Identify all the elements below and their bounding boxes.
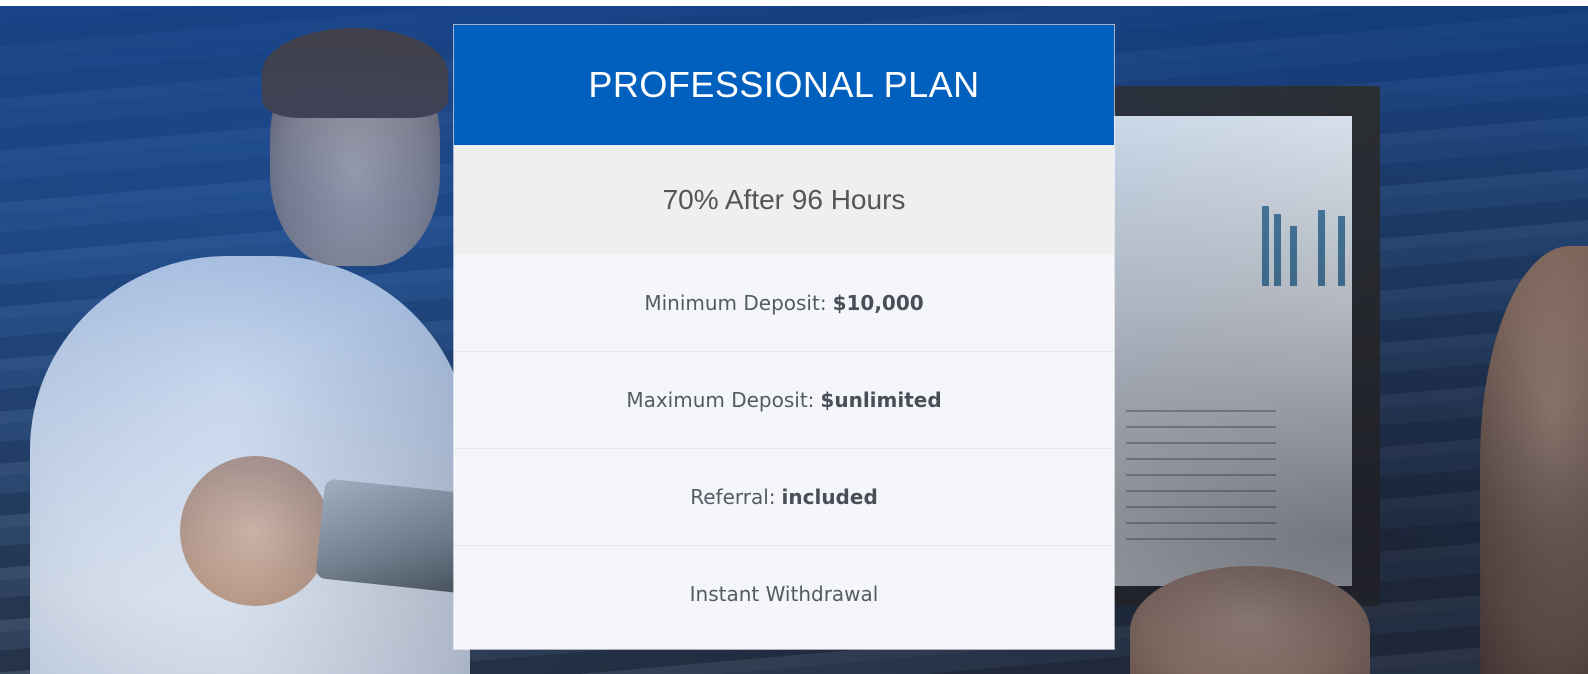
feature-label: Referral: [690,485,776,509]
second-person-shape [1480,246,1588,674]
feature-label: Instant Withdrawal [689,582,879,606]
second-person-hand-shape [1130,566,1370,674]
monitor-screen [1112,116,1352,586]
feature-maximum-deposit: Maximum Deposit: $unlimited [454,352,1114,449]
plan-rate: 70% After 96 Hours [454,145,1114,255]
screen-chart-bar [1318,210,1325,286]
person-head-shape [270,36,440,266]
tablet-shape [315,478,475,594]
feature-value: $unlimited [820,388,942,412]
screen-table-lines [1126,396,1276,546]
feature-label: Minimum Deposit: [644,291,827,315]
feature-minimum-deposit: Minimum Deposit: $10,000 [454,255,1114,352]
person-with-tablet-illustration [30,46,460,674]
monitor-illustration [1100,86,1380,606]
feature-value: included [781,485,878,509]
screen-chart-bar [1290,226,1297,286]
feature-label: Maximum Deposit: [626,388,815,412]
feature-referral: Referral: included [454,449,1114,546]
person-hand-shape [180,456,330,606]
feature-value: $10,000 [832,291,924,315]
screen-chart-bar [1338,216,1345,286]
person-shirt-shape [30,256,470,674]
feature-instant-withdrawal: Instant Withdrawal [454,546,1114,642]
person-hair-shape [262,28,448,118]
screen-chart-bar [1274,214,1281,286]
screen-chart-bar [1262,206,1269,286]
pricing-card: PROFESSIONAL PLAN 70% After 96 Hours Min… [454,25,1114,649]
plan-title: PROFESSIONAL PLAN [454,25,1114,145]
